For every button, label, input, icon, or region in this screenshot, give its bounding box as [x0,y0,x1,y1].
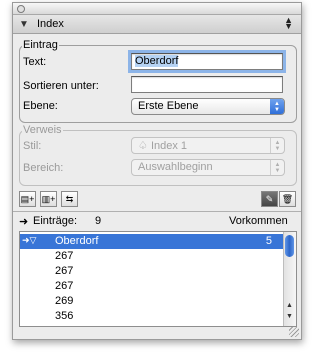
level-label: Ebene: [23,100,58,112]
window-titlebar[interactable] [13,3,301,15]
level-popup-value: Erste Ebene [138,100,199,112]
text-input-value: Oberdorf [135,55,179,67]
reference-group: Verweis [19,124,297,186]
palette-title: Index [37,18,64,30]
arrow-right-icon: ➜ [19,216,29,228]
list-item[interactable]: 356 [20,309,286,324]
style-label: Stil: [23,140,42,152]
collapse-triangle-icon[interactable]: ▼ [19,19,29,30]
entry-group-label: Eintrag [23,39,58,51]
style-popup-value: Index 1 [150,140,188,152]
edit-pencil-icon: ✎ [265,194,274,204]
text-input[interactable]: Oberdorf [128,50,286,73]
divider [13,211,301,212]
range-label: Bereich: [23,162,64,174]
popup-arrows-icon: ▲ ▼ [270,138,284,153]
range-popup[interactable]: Auswahlbeginn ▲ ▼ [131,159,285,176]
index-palette-window: ▼ Index ▲ ▼ Eintrag Text: Oberdorf Sortie… [12,2,302,340]
popup-arrows-icon: ▲ ▼ [270,160,284,175]
list-item-text: 269 [55,295,74,307]
occurrences-label: Vorkommen [229,215,288,227]
list-item[interactable]: 269 [20,294,286,309]
add-reference-button[interactable]: ▥+ [40,191,57,207]
vertical-scrollbar[interactable]: ▲ ▼ [283,232,296,326]
entries-count-row: ➜ Einträge: 9 Vorkommen [13,215,301,229]
index-entry-list[interactable]: ➜▽ Oberdorf 5 267 267 267 269 356 ▲ ▼ [19,231,297,327]
entries-label: Einträge: [33,215,78,227]
palette-menu-arrows-icon[interactable]: ▲ ▼ [284,16,293,31]
level-popup[interactable]: Erste Ebene ▲ ▼ [131,98,285,115]
sort-input[interactable] [131,76,283,93]
list-item-text: Oberdorf [55,235,99,247]
list-item-count: 5 [265,235,272,247]
add-entry-icon: ▤+ [20,194,35,204]
entries-count: 9 [95,215,102,227]
scroll-thumb[interactable] [285,235,294,257]
reference-group-label: Verweis [23,124,62,136]
list-item-text: 267 [55,250,74,262]
resize-grip-icon[interactable] [289,327,299,337]
sort-label: Sortieren unter: [23,80,99,92]
expand-arrow-icon[interactable]: ➜▽ [22,235,36,246]
scroll-up-icon[interactable]: ▲ [286,302,293,309]
range-popup-value: Auswahlbeginn [138,161,213,173]
find-entry-icon: ⇆ [65,194,74,204]
list-item-text: 356 [55,310,74,322]
list-item[interactable]: 267 [20,264,286,279]
palette-header[interactable]: ▼ Index ▲ ▼ [13,15,301,34]
style-popup[interactable]: ♤ Index 1 ▲ ▼ [131,137,285,154]
edit-button[interactable]: ✎ [261,191,278,207]
delete-button[interactable]: 🗑 [279,191,296,207]
popup-arrows-icon: ▲ ▼ [270,99,284,114]
add-entry-button[interactable]: ▤+ [19,191,36,207]
list-item-text: 267 [55,280,74,292]
find-entry-button[interactable]: ⇆ [61,191,78,207]
close-icon[interactable] [17,5,25,13]
list-item[interactable]: 267 [20,249,286,264]
text-label: Text: [23,56,47,68]
list-item-text: 267 [55,265,74,277]
list-item[interactable]: 267 [20,279,286,294]
character-style-icon: ♤ [138,140,148,152]
add-reference-icon: ▥+ [41,194,56,204]
scroll-down-icon[interactable]: ▼ [286,313,293,320]
list-item[interactable]: ➜▽ Oberdorf 5 [20,234,286,249]
trash-icon: 🗑 [281,194,294,204]
